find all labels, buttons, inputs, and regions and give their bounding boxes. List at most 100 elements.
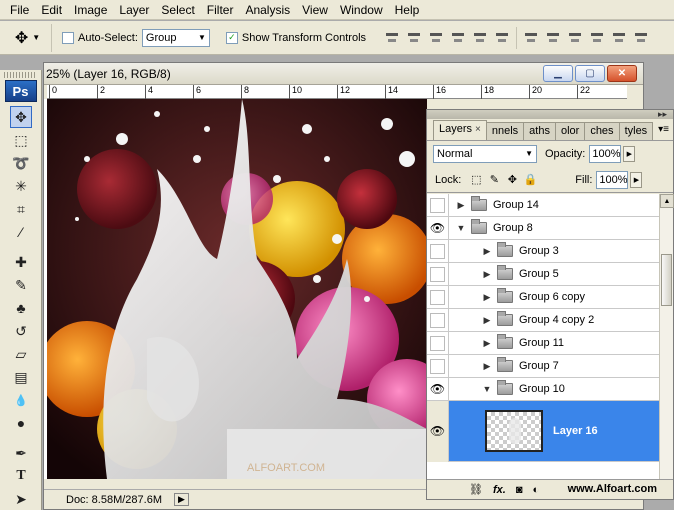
- show-transform-checkbox[interactable]: ✓: [225, 31, 238, 44]
- menu-layer[interactable]: Layer: [113, 0, 155, 20]
- gradient-tool[interactable]: ▤: [10, 366, 32, 388]
- tool-preset-picker[interactable]: ✥ ▼: [4, 23, 52, 52]
- close-button[interactable]: ✕: [607, 65, 637, 82]
- adjustment-icon[interactable]: ◐: [532, 484, 539, 496]
- eraser-tool[interactable]: ▱: [10, 343, 32, 365]
- pen-tool[interactable]: ✒: [10, 442, 32, 464]
- lock-pixels-icon[interactable]: ✎: [487, 173, 501, 187]
- history-brush-tool[interactable]: ↺: [10, 320, 32, 342]
- eyedropper-tool[interactable]: ⁄: [10, 221, 32, 243]
- lock-transparency-icon[interactable]: ⬚: [469, 173, 483, 187]
- tab-paths[interactable]: aths: [523, 122, 556, 140]
- visibility-toggle[interactable]: [427, 239, 449, 263]
- opacity-input[interactable]: 100%: [589, 145, 622, 163]
- menu-image[interactable]: Image: [68, 0, 113, 20]
- align-bottom-icon[interactable]: [428, 30, 444, 46]
- lasso-tool[interactable]: ➰: [10, 152, 32, 174]
- visibility-toggle[interactable]: [427, 285, 449, 309]
- toolbox-grip[interactable]: [4, 72, 37, 78]
- layer-row-layer-16[interactable]: 👁 Layer 16: [427, 400, 661, 462]
- expand-arrow-icon[interactable]: ▶: [481, 315, 493, 326]
- expand-arrow-icon[interactable]: ▶: [455, 200, 467, 211]
- align-hcenter-icon[interactable]: [472, 30, 488, 46]
- eye-icon[interactable]: 👁: [427, 216, 449, 240]
- expand-arrow-icon[interactable]: ▶: [481, 292, 493, 303]
- tab-layers[interactable]: Layers ×: [433, 120, 487, 140]
- layer-row-group-10[interactable]: 👁 ▼ Group 10: [427, 377, 661, 401]
- align-top-icon[interactable]: [384, 30, 400, 46]
- layer-row-group-7[interactable]: ▶ Group 7: [427, 354, 661, 378]
- menu-filter[interactable]: Filter: [201, 0, 240, 20]
- panel-menu-icon[interactable]: ▾≡: [658, 124, 669, 135]
- expand-arrow-icon[interactable]: ▶: [481, 338, 493, 349]
- collapse-arrow-icon[interactable]: ▼: [455, 223, 467, 233]
- menu-view[interactable]: View: [296, 0, 334, 20]
- expand-arrow-icon[interactable]: ▶: [481, 269, 493, 280]
- move-tool[interactable]: ✥: [10, 106, 32, 128]
- visibility-toggle[interactable]: [427, 262, 449, 286]
- minimize-button[interactable]: ▁: [543, 65, 573, 82]
- maximize-button[interactable]: ▢: [575, 65, 605, 82]
- tab-color[interactable]: olor: [554, 122, 586, 140]
- panel-titlebar[interactable]: ▸▸: [427, 109, 673, 119]
- link-icon[interactable]: ⛓: [469, 483, 483, 496]
- dodge-tool[interactable]: ●: [10, 412, 32, 434]
- scroll-thumb[interactable]: [661, 254, 672, 306]
- expand-arrow-icon[interactable]: ▶: [481, 246, 493, 257]
- tab-channels[interactable]: nnels: [485, 122, 525, 140]
- layer-row-group-8[interactable]: 👁 ▼ Group 8: [427, 216, 661, 240]
- type-tool[interactable]: T: [10, 465, 32, 487]
- eye-icon[interactable]: 👁: [427, 377, 449, 401]
- brush-tool[interactable]: ✎: [10, 274, 32, 296]
- healing-brush-tool[interactable]: ✚: [10, 251, 32, 273]
- layer-row-group-5[interactable]: ▶ Group 5: [427, 262, 661, 286]
- mask-icon[interactable]: ◙: [516, 484, 523, 496]
- image-canvas[interactable]: ALFOART.COM: [47, 99, 427, 479]
- magic-wand-tool[interactable]: ✳: [10, 175, 32, 197]
- menu-file[interactable]: File: [4, 0, 35, 20]
- layer-row-group-3[interactable]: ▶ Group 3: [427, 239, 661, 263]
- visibility-toggle[interactable]: [427, 308, 449, 332]
- marquee-tool[interactable]: ⬚: [10, 129, 32, 151]
- crop-tool[interactable]: ⌗: [10, 198, 32, 220]
- clone-stamp-tool[interactable]: ♣: [10, 297, 32, 319]
- distribute-bottom-icon[interactable]: [567, 30, 583, 46]
- menu-analysis[interactable]: Analysis: [239, 0, 296, 20]
- lock-position-icon[interactable]: ✥: [505, 173, 519, 187]
- menu-window[interactable]: Window: [334, 0, 389, 20]
- distribute-vcenter-icon[interactable]: [545, 30, 561, 46]
- eye-icon[interactable]: 👁: [427, 400, 449, 462]
- tab-styles[interactable]: tyles: [618, 122, 654, 140]
- opacity-slider-button[interactable]: ▶: [623, 146, 636, 162]
- close-icon[interactable]: ×: [475, 124, 481, 135]
- fx-icon[interactable]: fx.: [493, 484, 506, 496]
- lock-all-icon[interactable]: 🔒: [523, 173, 537, 187]
- visibility-toggle[interactable]: [427, 194, 449, 217]
- distribute-hcenter-icon[interactable]: [611, 30, 627, 46]
- layer-row-group-14[interactable]: ▶ Group 14: [427, 194, 661, 217]
- fill-slider-button[interactable]: ▶: [630, 171, 643, 188]
- distribute-right-icon[interactable]: [633, 30, 649, 46]
- blend-mode-dropdown[interactable]: Normal ▼: [433, 145, 537, 163]
- collapse-arrow-icon[interactable]: ▼: [481, 384, 493, 394]
- auto-select-dropdown[interactable]: Group ▼: [141, 28, 210, 47]
- blur-tool[interactable]: 💧: [10, 389, 32, 411]
- menu-select[interactable]: Select: [155, 0, 200, 20]
- layer-row-group-11[interactable]: ▶ Group 11: [427, 331, 661, 355]
- align-right-icon[interactable]: [494, 30, 510, 46]
- align-vcenter-icon[interactable]: [406, 30, 422, 46]
- document-titlebar[interactable]: 25% (Layer 16, RGB/8) ▁ ▢ ✕: [44, 63, 643, 85]
- tab-swatches[interactable]: ches: [584, 122, 620, 140]
- distribute-left-icon[interactable]: [589, 30, 605, 46]
- layer-row-group-6-copy[interactable]: ▶ Group 6 copy: [427, 285, 661, 309]
- menu-edit[interactable]: Edit: [35, 0, 68, 20]
- visibility-toggle[interactable]: [427, 354, 449, 378]
- status-menu-button[interactable]: ▶: [174, 493, 189, 506]
- visibility-toggle[interactable]: [427, 331, 449, 355]
- fill-input[interactable]: 100%: [596, 170, 629, 189]
- auto-select-checkbox[interactable]: [62, 31, 74, 44]
- menu-help[interactable]: Help: [389, 0, 426, 20]
- layer-row-group-4-copy-2[interactable]: ▶ Group 4 copy 2: [427, 308, 661, 332]
- layers-scrollbar[interactable]: ▲: [659, 194, 674, 481]
- path-selection-tool[interactable]: ➤: [10, 488, 32, 510]
